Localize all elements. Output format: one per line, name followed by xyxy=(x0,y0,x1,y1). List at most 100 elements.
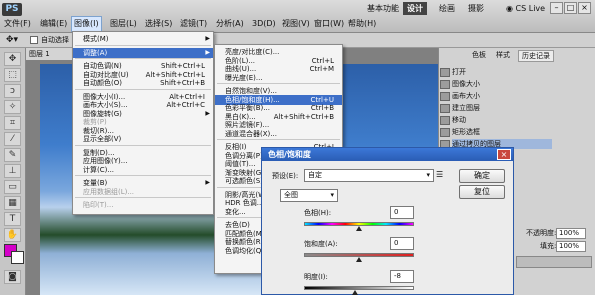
menu-3d[interactable]: 3D(D) xyxy=(250,17,278,31)
hue-field[interactable]: 0 xyxy=(390,206,414,219)
submenu-arrow-icon: ▶ xyxy=(205,35,210,42)
adjust-menu-item-label: 色调均化(Q) xyxy=(225,246,264,255)
eyedropper-icon[interactable]: ⁄ xyxy=(4,132,21,146)
auto-select-label: 自动选择 xyxy=(41,36,69,44)
layer-row[interactable] xyxy=(516,256,592,268)
tab-swatches[interactable]: 色板 xyxy=(470,50,488,60)
adjust-menu-item[interactable]: 通道混合器(X)... xyxy=(215,129,342,139)
minimize-icon[interactable]: – xyxy=(550,2,563,14)
crop-icon[interactable]: ⌗ xyxy=(4,116,21,130)
history-item-image-size[interactable]: 图像大小 xyxy=(452,79,480,89)
photoshop-logo: PS xyxy=(2,3,22,16)
hue-slider-thumb[interactable] xyxy=(356,226,362,231)
menu-edit[interactable]: 编辑(E) xyxy=(38,17,69,31)
image-menu-item[interactable]: 自动颜色(O) Shift+Ctrl+B xyxy=(73,78,213,88)
preset-label: 预设(E): xyxy=(272,172,299,180)
image-menu-item[interactable]: 陷印(T)... xyxy=(73,200,213,210)
menu-separator xyxy=(75,197,211,198)
adjust-menu-item-label: 通道混合器(X)... xyxy=(225,129,277,138)
lightness-label: 明度(I): xyxy=(304,273,328,281)
brush-icon[interactable]: ✎ xyxy=(4,148,21,162)
lightness-field[interactable]: -8 xyxy=(390,270,414,283)
fill-label: 填充: xyxy=(540,242,557,250)
preset-options-icon[interactable]: ☰ xyxy=(436,170,443,179)
saturation-label: 饱和度(A): xyxy=(304,240,338,248)
image-menu-item-label: 计算(C)... xyxy=(83,165,115,174)
tab-styles[interactable]: 样式 xyxy=(494,50,512,60)
maximize-icon[interactable]: □ xyxy=(564,2,577,14)
history-item-move[interactable]: 移动 xyxy=(452,115,466,125)
adjust-menu-item-label: 变化... xyxy=(225,207,246,216)
dialog-title: 色相/饱和度 xyxy=(262,148,513,161)
history-item-canvas-size[interactable]: 画布大小 xyxy=(452,91,480,101)
lightness-slider-thumb[interactable] xyxy=(352,290,358,295)
menu-analysis[interactable]: 分析(A) xyxy=(214,17,246,31)
menu-layer[interactable]: 图层(L) xyxy=(108,17,139,31)
menu-separator xyxy=(75,144,211,146)
adjust-menu-item-label: 曝光度(E)... xyxy=(225,73,263,82)
background-color-swatch[interactable] xyxy=(11,251,24,264)
history-item-rect-marquee[interactable]: 矩形选框 xyxy=(452,127,480,137)
workspace-painting[interactable]: 绘画 xyxy=(435,2,459,15)
image-menu-item-label: 模式(M) xyxy=(83,35,109,43)
menu-window[interactable]: 窗口(W) xyxy=(312,17,346,31)
dialog-close-icon[interactable]: × xyxy=(497,149,511,160)
menu-file[interactable]: 文件(F) xyxy=(2,17,33,31)
workspace-photography[interactable]: 摄影 xyxy=(464,2,488,15)
eraser-icon[interactable]: ▭ xyxy=(4,180,21,194)
ok-button[interactable]: 确定 xyxy=(459,169,505,183)
submenu-arrow-icon: ▶ xyxy=(205,48,210,56)
history-item-open[interactable]: 打开 xyxy=(452,67,466,77)
close-icon[interactable]: × xyxy=(578,2,591,14)
tab-history[interactable]: 历史记录 xyxy=(518,50,554,62)
image-menu-item[interactable]: 应用数据组(L)... xyxy=(73,187,213,197)
menu-view[interactable]: 视图(V) xyxy=(280,17,312,31)
image-menu-item-label: 应用数据组(L)... xyxy=(83,187,135,196)
workspace-design[interactable]: 设计 xyxy=(403,2,427,15)
text-icon[interactable]: T xyxy=(4,212,21,226)
gradient-icon[interactable]: ▦ xyxy=(4,196,21,210)
lightness-slider[interactable] xyxy=(304,286,414,290)
history-step-icon xyxy=(440,116,450,125)
reset-button[interactable]: 复位 xyxy=(459,185,505,199)
image-menu: 模式(M) ▶ 调整(A) ▶ 自动色调(N) Shift+Ctrl+L 自动对比度(U) A… xyxy=(72,31,214,215)
fill-field[interactable]: 100% xyxy=(556,241,586,252)
image-menu-item[interactable]: 调整(A) ▶ xyxy=(73,47,213,58)
history-step-icon xyxy=(440,104,450,113)
image-menu-item-shortcut: Shift+Ctrl+B xyxy=(160,79,205,87)
auto-select-checkbox[interactable] xyxy=(30,36,38,44)
menu-filter[interactable]: 滤镜(T) xyxy=(178,17,209,31)
opacity-field[interactable]: 100% xyxy=(556,228,586,239)
image-menu-item-label: 调整(A) xyxy=(83,48,108,57)
preset-select[interactable]: 自定 ▾ xyxy=(304,169,434,182)
saturation-slider-thumb[interactable] xyxy=(356,257,362,262)
history-item-new-layer[interactable]: 建立图层 xyxy=(452,103,480,113)
history-step-icon xyxy=(440,128,450,137)
menu-image[interactable]: 图像(I) xyxy=(71,16,102,32)
adjust-menu-item[interactable]: 曝光度(E)... xyxy=(215,73,342,83)
image-menu-item-label: 显示全部(V) xyxy=(83,135,122,143)
menu-select[interactable]: 选择(S) xyxy=(143,17,174,31)
magic-wand-icon[interactable]: ✧ xyxy=(4,100,21,114)
hue-saturation-dialog: 色相/饱和度 × 预设(E): 自定 ▾ ☰ 确定 复位 全图 ▾ 色相(H):… xyxy=(261,147,514,295)
menu-separator xyxy=(75,58,211,59)
marquee-icon[interactable]: ⬚ xyxy=(4,68,21,82)
menu-help[interactable]: 帮助(H) xyxy=(346,17,378,31)
move-icon[interactable]: ✥ xyxy=(4,52,21,66)
image-menu-item[interactable]: 计算(C)... xyxy=(73,165,213,175)
cs-live-button[interactable]: ◉ CS Live xyxy=(503,2,548,15)
move-tool-option-icon[interactable]: ✥▾ xyxy=(6,35,18,45)
quick-mask-icon[interactable]: ◙ xyxy=(4,270,21,284)
stamp-icon[interactable]: ⊥ xyxy=(4,164,21,178)
document-tab[interactable]: 图层 1 xyxy=(26,48,76,60)
channel-select[interactable]: 全图 ▾ xyxy=(280,189,338,202)
history-step-icon xyxy=(440,80,450,89)
saturation-field[interactable]: 0 xyxy=(390,237,414,250)
image-menu-item[interactable]: 显示全部(V) xyxy=(73,134,213,144)
image-menu-item[interactable]: 模式(M) ▶ xyxy=(73,34,213,44)
chevron-down-icon: ▾ xyxy=(426,171,430,179)
hand-icon[interactable]: ✋ xyxy=(4,228,21,242)
lasso-icon[interactable]: ↄ xyxy=(4,84,21,98)
image-menu-item-label: 陷印(T)... xyxy=(83,201,114,209)
workspace-essentials[interactable]: 基本功能 xyxy=(363,2,403,15)
